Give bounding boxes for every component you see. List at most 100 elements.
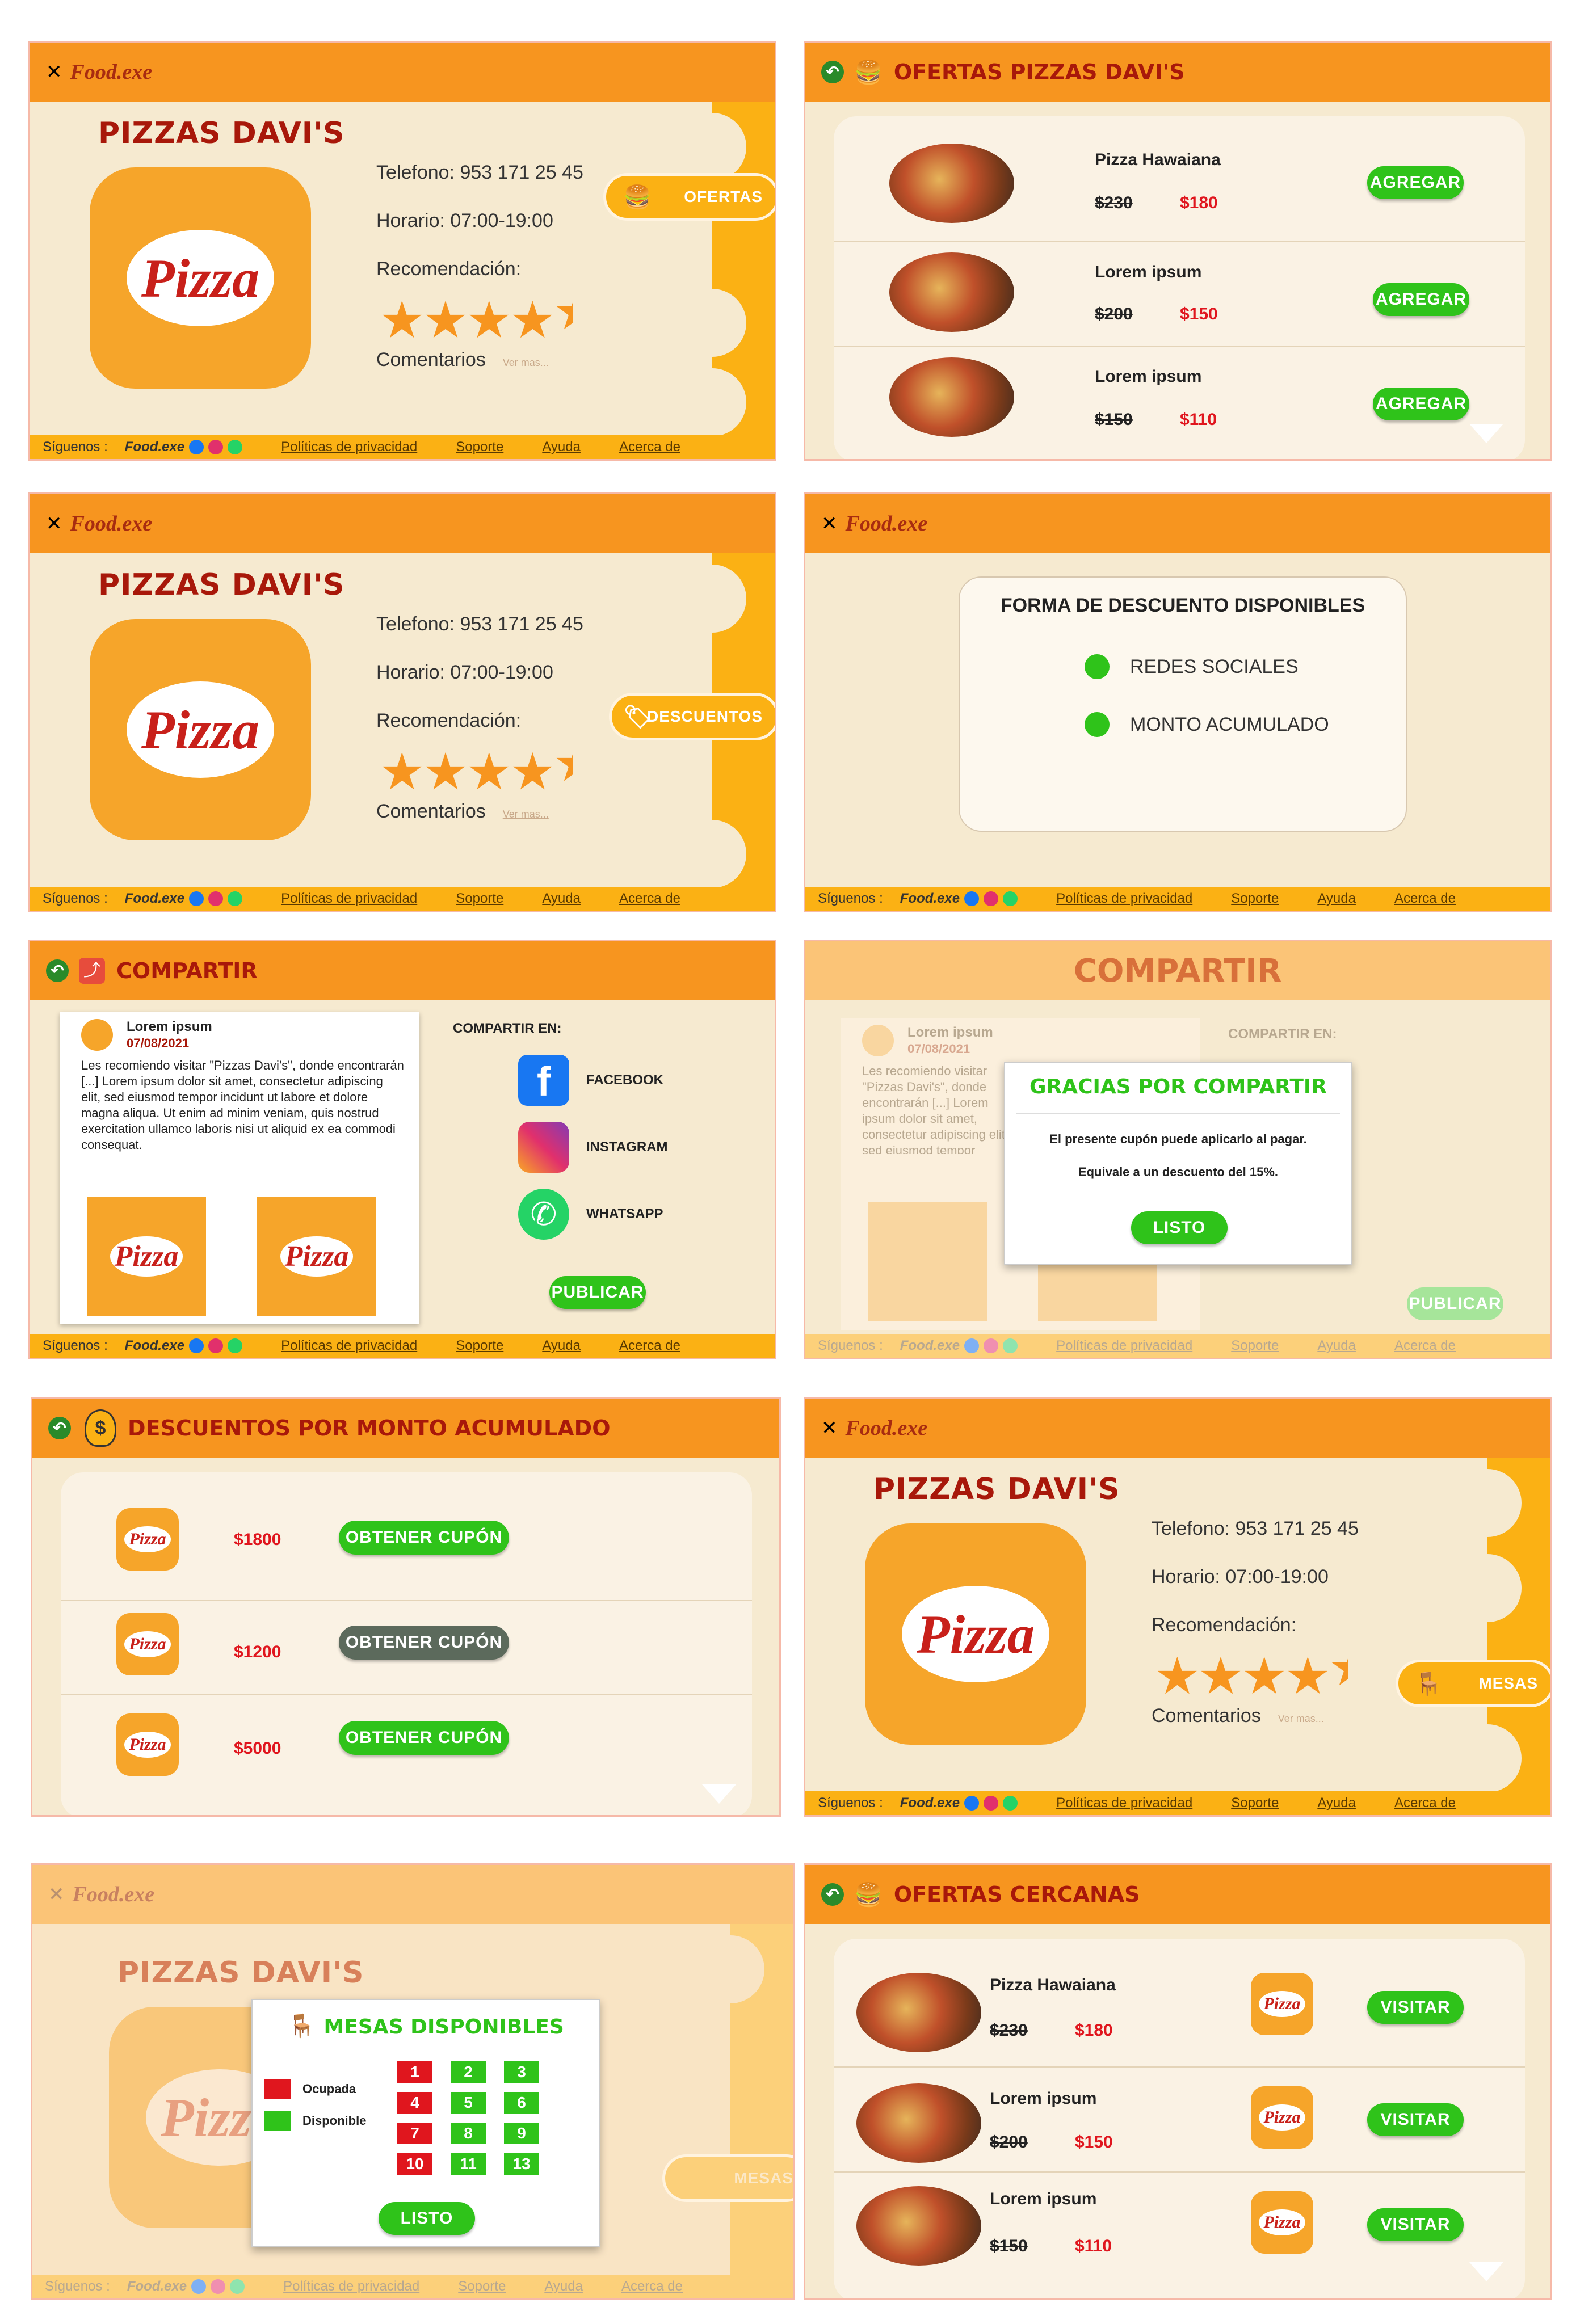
back-arrow-icon[interactable]: ↶ xyxy=(46,959,69,982)
support-link[interactable]: Soporte xyxy=(458,2279,506,2294)
whatsapp-icon[interactable] xyxy=(1003,1796,1018,1811)
get-coupon-button[interactable]: OBTENER CUPÓN xyxy=(339,1521,509,1555)
support-link[interactable]: Soporte xyxy=(1231,1338,1279,1354)
table-cell[interactable]: 9 xyxy=(504,2123,539,2144)
table-cell[interactable]: 6 xyxy=(504,2092,539,2114)
back-arrow-icon[interactable]: ↶ xyxy=(821,61,844,83)
instagram-icon[interactable] xyxy=(984,1338,999,1353)
whatsapp-icon[interactable] xyxy=(1003,891,1018,906)
whatsapp-icon[interactable] xyxy=(228,1338,243,1353)
add-button[interactable]: AGREGAR xyxy=(1373,283,1469,316)
about-link[interactable]: Acerca de xyxy=(1394,1338,1456,1354)
facebook-icon[interactable] xyxy=(189,440,204,454)
scroll-down-icon[interactable] xyxy=(1469,2262,1503,2281)
scroll-down-icon[interactable] xyxy=(1469,424,1503,443)
share-facebook[interactable]: f FACEBOOK xyxy=(518,1055,663,1106)
privacy-link[interactable]: Políticas de privacidad xyxy=(281,891,417,907)
about-link[interactable]: Acerca de xyxy=(1394,1795,1456,1811)
visit-button[interactable]: VISITAR xyxy=(1367,2208,1464,2241)
privacy-link[interactable]: Políticas de privacidad xyxy=(283,2279,419,2294)
comments-link[interactable]: Comentarios Ver mas... xyxy=(1152,1705,1324,1727)
get-coupon-button[interactable]: OBTENER CUPÓN xyxy=(339,1721,509,1755)
visit-button[interactable]: VISITAR xyxy=(1367,2103,1464,2136)
facebook-icon[interactable] xyxy=(189,1338,204,1353)
about-link[interactable]: Acerca de xyxy=(1394,891,1456,907)
help-link[interactable]: Ayuda xyxy=(1317,1338,1356,1354)
visit-button[interactable]: VISITAR xyxy=(1367,1991,1464,2024)
tables-button[interactable]: 🪑 MESAS xyxy=(1396,1660,1550,1707)
help-link[interactable]: Ayuda xyxy=(542,1338,581,1354)
offers-button[interactable]: 🍔 OFERTAS xyxy=(603,173,775,221)
table-cell[interactable]: 3 xyxy=(504,2061,539,2083)
comments-link[interactable]: Comentarios Ver mas... xyxy=(376,349,549,371)
instagram-icon[interactable] xyxy=(208,891,224,906)
option-accumulated[interactable]: MONTO ACUMULADO xyxy=(1085,712,1329,737)
table-cell[interactable]: 1 xyxy=(397,2061,432,2083)
get-coupon-button-disabled[interactable]: OBTENER CUPÓN xyxy=(339,1626,509,1660)
whatsapp-icon[interactable] xyxy=(228,891,243,906)
whatsapp-icon[interactable] xyxy=(230,2279,245,2294)
instagram-icon[interactable] xyxy=(211,2279,226,2294)
privacy-link[interactable]: Políticas de privacidad xyxy=(281,1338,417,1354)
comments-link[interactable]: Comentarios Ver mas... xyxy=(376,801,549,823)
support-link[interactable]: Soporte xyxy=(1231,1795,1279,1811)
privacy-link[interactable]: Políticas de privacidad xyxy=(281,439,417,455)
add-button[interactable]: AGREGAR xyxy=(1373,388,1469,420)
facebook-icon[interactable] xyxy=(964,891,980,906)
facebook-icon[interactable]: f xyxy=(518,1055,569,1106)
publish-button[interactable]: PUBLICAR xyxy=(1407,1287,1503,1320)
table-cell[interactable]: 5 xyxy=(451,2092,486,2114)
share-whatsapp[interactable]: ✆ WHATSAPP xyxy=(518,1189,663,1240)
instagram-icon[interactable] xyxy=(518,1122,569,1173)
table-cell[interactable]: 11 xyxy=(451,2153,486,2175)
facebook-icon[interactable] xyxy=(964,1338,980,1353)
option-social[interactable]: REDES SOCIALES xyxy=(1085,654,1299,679)
radio-dot-icon[interactable] xyxy=(1085,712,1110,737)
instagram-icon[interactable] xyxy=(208,1338,224,1353)
instagram-icon[interactable] xyxy=(984,1796,999,1811)
help-link[interactable]: Ayuda xyxy=(542,891,581,907)
facebook-icon[interactable] xyxy=(191,2279,207,2294)
table-cell[interactable]: 2 xyxy=(451,2061,486,2083)
support-link[interactable]: Soporte xyxy=(456,439,503,455)
help-link[interactable]: Ayuda xyxy=(544,2279,583,2294)
whatsapp-icon[interactable]: ✆ xyxy=(518,1189,569,1240)
publish-button[interactable]: PUBLICAR xyxy=(549,1276,646,1309)
help-link[interactable]: Ayuda xyxy=(542,439,581,455)
privacy-link[interactable]: Políticas de privacidad xyxy=(1056,1795,1192,1811)
about-link[interactable]: Acerca de xyxy=(619,439,680,455)
table-cell[interactable]: 4 xyxy=(397,2092,432,2114)
privacy-link[interactable]: Políticas de privacidad xyxy=(1056,891,1192,907)
table-cell[interactable]: 7 xyxy=(397,2123,432,2144)
table-cell[interactable]: 8 xyxy=(451,2123,486,2144)
back-arrow-icon[interactable]: ↶ xyxy=(48,1417,71,1439)
privacy-link[interactable]: Políticas de privacidad xyxy=(1056,1338,1192,1354)
support-link[interactable]: Soporte xyxy=(456,1338,503,1354)
discounts-button[interactable]: 🏷 DESCUENTOS xyxy=(609,693,775,740)
table-cell[interactable]: 10 xyxy=(397,2153,432,2175)
instagram-icon[interactable] xyxy=(208,440,224,454)
facebook-icon[interactable] xyxy=(189,891,204,906)
scroll-down-icon[interactable] xyxy=(702,1784,736,1804)
whatsapp-icon[interactable] xyxy=(1003,1338,1018,1353)
restaurant-logo-small[interactable]: Pizza xyxy=(1251,2086,1313,2149)
add-button[interactable]: AGREGAR xyxy=(1367,166,1464,199)
facebook-icon[interactable] xyxy=(964,1796,980,1811)
done-button[interactable]: LISTO xyxy=(379,2202,475,2235)
radio-dot-icon[interactable] xyxy=(1085,654,1110,679)
done-button[interactable]: LISTO xyxy=(1131,1211,1228,1244)
instagram-icon[interactable] xyxy=(984,891,999,906)
table-cell[interactable]: 13 xyxy=(504,2153,539,2175)
about-link[interactable]: Acerca de xyxy=(619,891,680,907)
help-link[interactable]: Ayuda xyxy=(1317,891,1356,907)
restaurant-logo-small[interactable]: Pizza xyxy=(1251,2191,1313,2254)
about-link[interactable]: Acerca de xyxy=(621,2279,683,2294)
tables-button[interactable]: MESAS xyxy=(662,2154,793,2202)
restaurant-logo-small[interactable]: Pizza xyxy=(1251,1973,1313,2035)
whatsapp-icon[interactable] xyxy=(228,440,243,454)
share-instagram[interactable]: INSTAGRAM xyxy=(518,1122,668,1173)
back-arrow-icon[interactable]: ↶ xyxy=(821,1883,844,1906)
help-link[interactable]: Ayuda xyxy=(1317,1795,1356,1811)
about-link[interactable]: Acerca de xyxy=(619,1338,680,1354)
support-link[interactable]: Soporte xyxy=(1231,891,1279,907)
